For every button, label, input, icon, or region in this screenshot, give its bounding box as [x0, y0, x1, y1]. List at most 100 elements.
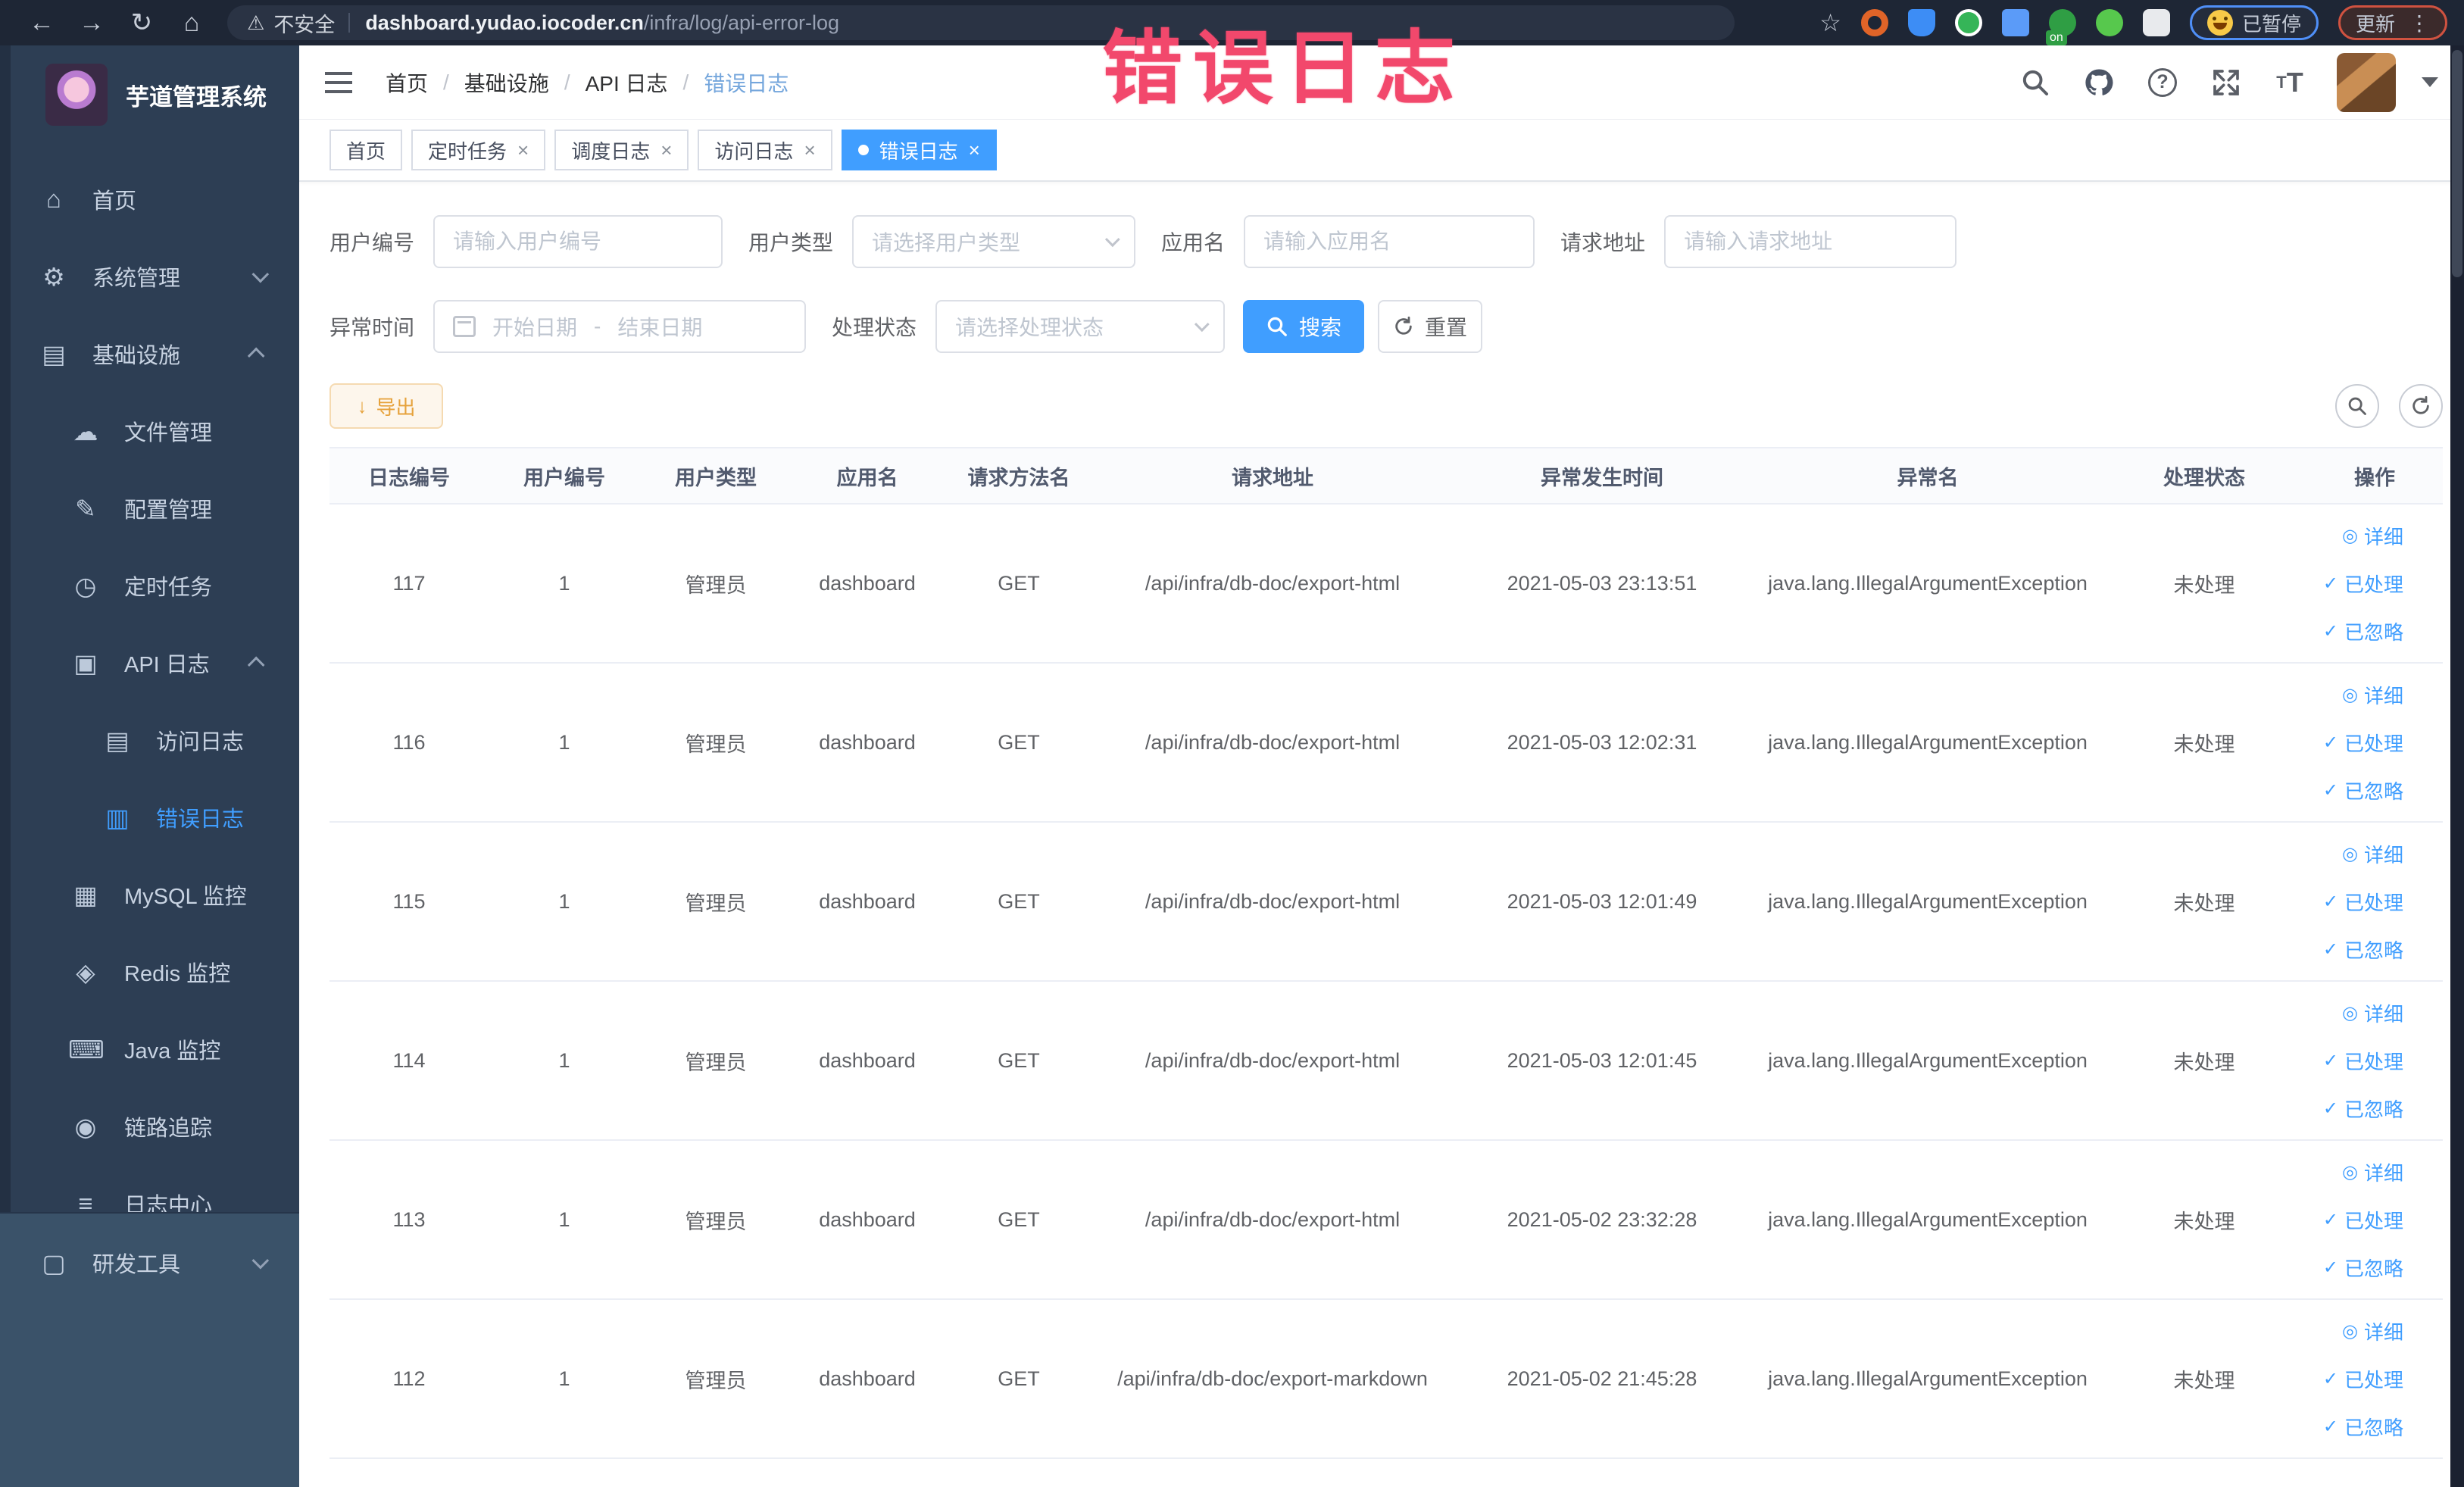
breadcrumb-item[interactable]: API 日志	[586, 67, 668, 98]
request-url-label: 请求地址	[1560, 231, 1646, 255]
reload-icon[interactable]: ↻	[117, 8, 167, 38]
extension-green-leaf[interactable]	[2095, 9, 2123, 36]
extension-orange-ring[interactable]	[1860, 9, 1888, 36]
action-link-已处理[interactable]: ✓ 已处理	[2323, 570, 2403, 598]
app-name-input[interactable]	[1244, 215, 1535, 268]
action-link-详细[interactable]: ◎ 详细	[2342, 1317, 2403, 1345]
action-label: 已忽略	[2344, 939, 2403, 962]
github-icon[interactable]	[2082, 66, 2116, 99]
sidebar-item-配置管理[interactable]: ✎ 配置管理	[0, 470, 299, 547]
close-icon[interactable]: ×	[661, 139, 672, 162]
action-link-详细[interactable]: ◎ 详细	[2342, 999, 2403, 1027]
sidebar-item-api-日志[interactable]: ▣ API 日志	[0, 624, 299, 701]
close-icon[interactable]: ×	[969, 139, 980, 162]
page-scrollbar[interactable]	[2450, 45, 2464, 1487]
extension-puzzle[interactable]	[2142, 9, 2170, 36]
action-link-已忽略[interactable]: ✓ 已忽略	[2323, 617, 2403, 645]
chevron-down-icon[interactable]	[2422, 77, 2438, 87]
tab-首页[interactable]: 首页	[329, 130, 403, 170]
logo-row[interactable]: 芋道管理系统	[0, 45, 299, 144]
home-icon[interactable]: ⌂	[167, 8, 217, 38]
sidebar-item-首页[interactable]: ⌂ 首页	[0, 161, 299, 238]
sidebar-item-链路追踪[interactable]: ◉ 链路追踪	[0, 1088, 299, 1165]
process-status-select[interactable]: 请选择处理状态	[935, 300, 1226, 353]
tab-错误日志[interactable]: 错误日志 ×	[841, 130, 997, 170]
calendar-icon	[453, 316, 476, 337]
search-icon[interactable]	[2019, 66, 2052, 99]
check-icon: ✓	[2322, 1209, 2338, 1230]
breadcrumb-item: 错误日志	[704, 71, 789, 95]
extension-proxy-on[interactable]	[2045, 9, 2076, 45]
user-type-select[interactable]: 请选择用户类型	[852, 215, 1136, 268]
action-link-已忽略[interactable]: ✓ 已忽略	[2323, 936, 2403, 964]
help-icon[interactable]: ?	[2146, 66, 2179, 99]
cell-time: 2021-05-02 23:32:28	[1451, 1140, 1754, 1300]
tab-调度日志[interactable]: 调度日志 ×	[554, 130, 689, 170]
tab-访问日志[interactable]: 访问日志 ×	[698, 130, 832, 170]
cell-user_id: 1	[489, 663, 640, 823]
back-icon[interactable]: ←	[17, 8, 67, 38]
action-link-已处理[interactable]: ✓ 已处理	[2323, 1047, 2403, 1075]
close-icon[interactable]: ×	[517, 139, 529, 162]
search-button[interactable]: 搜索	[1243, 300, 1365, 353]
column-header: 异常名	[1754, 447, 2102, 505]
exception-time-range-picker[interactable]: 开始日期 - 结束日期	[433, 300, 807, 353]
sidebar-item-定时任务[interactable]: ◷ 定时任务	[0, 547, 299, 624]
bookmark-star-icon[interactable]: ☆	[1819, 8, 1841, 37]
action-link-已忽略[interactable]: ✓ 已忽略	[2323, 1254, 2403, 1282]
sidebar-item-系统管理[interactable]: ⚙ 系统管理	[0, 238, 299, 315]
sidebar-item-label: API 日志	[124, 653, 210, 677]
action-link-详细[interactable]: ◎ 详细	[2342, 840, 2403, 868]
close-icon[interactable]: ×	[804, 139, 815, 162]
address-bar[interactable]: ⚠ 不安全 dashboard.yudao.iocoder.cn/infra/l…	[227, 5, 1735, 40]
action-link-详细[interactable]: ◎ 详细	[2342, 522, 2403, 550]
fontsize-icon[interactable]: TT	[2273, 66, 2306, 99]
sidebar-item-错误日志[interactable]: ▥ 错误日志	[0, 779, 299, 856]
sidebar-item-redis-监控[interactable]: ◈ Redis 监控	[0, 933, 299, 1011]
user-id-input[interactable]	[433, 215, 723, 268]
action-link-已处理[interactable]: ✓ 已处理	[2323, 1365, 2403, 1393]
action-link-详细[interactable]: ◎ 详细	[2342, 681, 2403, 709]
action-link-已处理[interactable]: ✓ 已处理	[2323, 888, 2403, 916]
sidebar-item-访问日志[interactable]: ▤ 访问日志	[0, 701, 299, 779]
refresh-button[interactable]	[2399, 384, 2443, 428]
tab-定时任务[interactable]: 定时任务 ×	[411, 130, 546, 170]
export-button[interactable]: ↓ 导出	[329, 383, 443, 429]
check-icon: ✓	[2322, 1098, 2338, 1119]
cell-status: 未处理	[2102, 504, 2306, 664]
cell-method: GET	[943, 1140, 1095, 1300]
forward-icon[interactable]: →	[67, 8, 117, 38]
extension-green-circle[interactable]	[1954, 9, 1982, 36]
check-icon: ✓	[2322, 779, 2338, 801]
action-link-已忽略[interactable]: ✓ 已忽略	[2323, 1095, 2403, 1123]
cell-method: GET	[943, 822, 1095, 982]
fullscreen-icon[interactable]	[2209, 66, 2243, 99]
sidebar-item-研发工具[interactable]: ▢ 研发工具	[0, 1224, 299, 1301]
toggle-search-button[interactable]	[2335, 384, 2379, 428]
breadcrumb-item[interactable]: 基础设施	[464, 67, 549, 98]
collapse-menu-icon[interactable]	[325, 71, 352, 93]
scrollbar-thumb[interactable]	[2452, 50, 2462, 277]
avatar[interactable]	[2337, 52, 2396, 112]
paused-extension-pill[interactable]: 已暂停	[2189, 5, 2319, 40]
sidebar-item-文件管理[interactable]: ☁ 文件管理	[0, 392, 299, 470]
action-link-已处理[interactable]: ✓ 已处理	[2323, 729, 2403, 757]
menu-kebab-icon[interactable]: ⋮	[2409, 11, 2430, 36]
timer-icon: ◷	[74, 571, 97, 600]
action-link-详细[interactable]: ◎ 详细	[2342, 1158, 2403, 1186]
sidebar-item-java-监控[interactable]: ⌨ Java 监控	[0, 1011, 299, 1088]
browser-update-button[interactable]: 更新 ⋮	[2338, 5, 2447, 40]
extension-blue-shield[interactable]	[1907, 9, 1935, 36]
sidebar-item-mysql-监控[interactable]: ▦ MySQL 监控	[0, 856, 299, 933]
reset-button[interactable]: 重置	[1378, 300, 1483, 353]
action-link-已忽略[interactable]: ✓ 已忽略	[2323, 1413, 2403, 1441]
cell-user_id: 1	[489, 1299, 640, 1459]
breadcrumb-item[interactable]: 首页	[386, 67, 428, 98]
action-link-已忽略[interactable]: ✓ 已忽略	[2323, 776, 2403, 804]
extension-blue-grid[interactable]	[2001, 9, 2029, 36]
request-url-input[interactable]	[1664, 215, 1957, 268]
action-link-已处理[interactable]: ✓ 已处理	[2323, 1206, 2403, 1234]
java-icon: ⌨	[68, 1035, 105, 1064]
check-icon: ✓	[2322, 1257, 2338, 1278]
sidebar-item-基础设施[interactable]: ▤ 基础设施	[0, 315, 299, 392]
